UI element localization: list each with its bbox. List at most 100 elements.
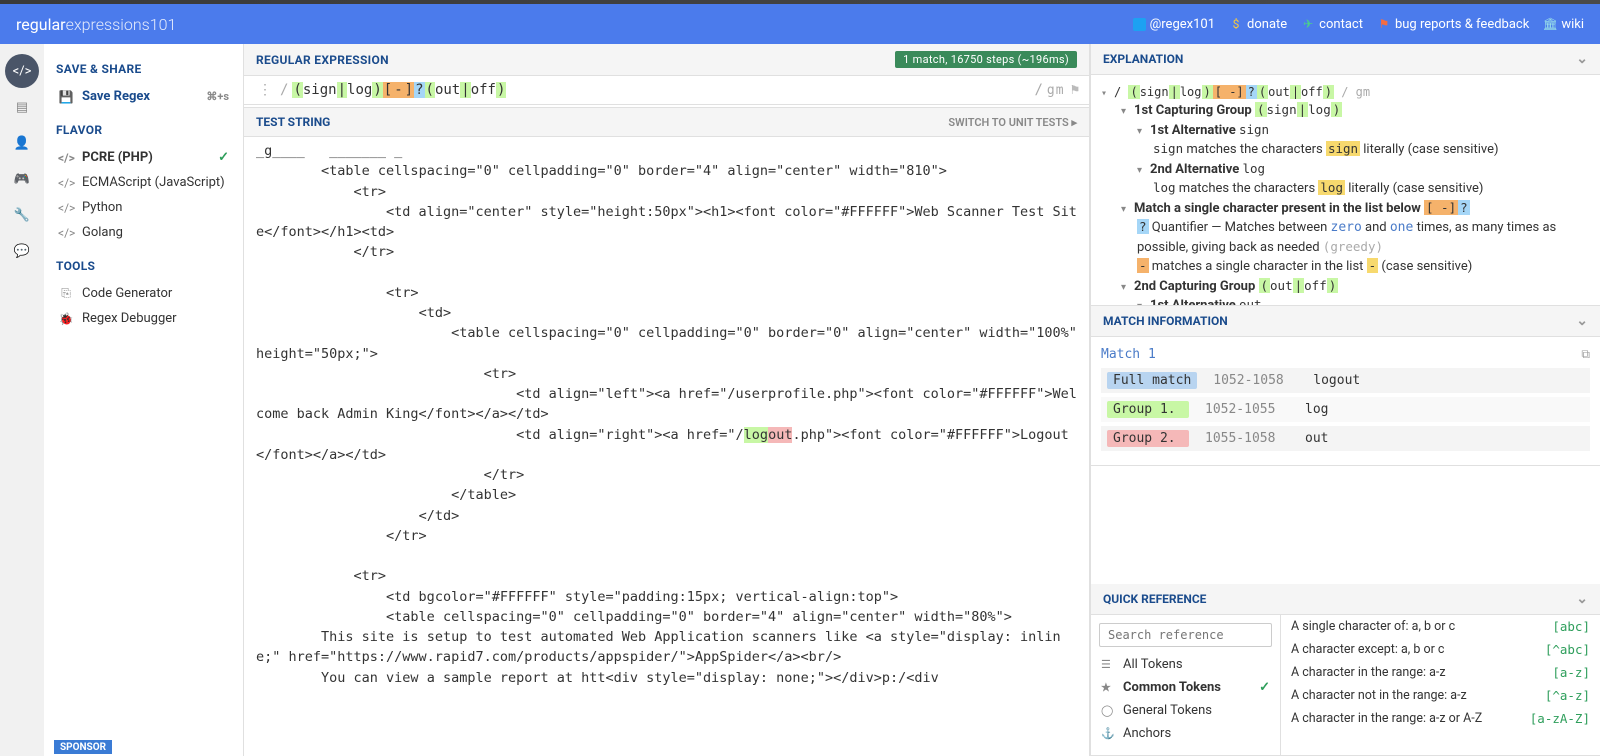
chevron-down-icon[interactable]: ⌄ bbox=[1576, 591, 1588, 607]
twitter-label: @regex101 bbox=[1150, 17, 1215, 32]
test-hl-out: out bbox=[768, 427, 792, 443]
t: Quantifier — Matches between bbox=[1149, 220, 1331, 235]
qr-pat: [a-z] bbox=[1552, 665, 1590, 680]
rail-regex-icon[interactable]: </> bbox=[5, 54, 39, 88]
send-icon: ✈ bbox=[1301, 17, 1315, 31]
qr-row[interactable]: A character except: a, b or c[^abc] bbox=[1281, 638, 1600, 661]
flag-icon[interactable]: ⚑ bbox=[1071, 82, 1079, 98]
chevron-down-icon[interactable]: ⌄ bbox=[1576, 51, 1588, 67]
flavor-pcre[interactable]: </> PCRE (PHP) ✓ bbox=[54, 145, 243, 170]
rail-settings-icon[interactable]: 🔧 bbox=[5, 198, 39, 232]
explanation-header: EXPLANATION ⌄ bbox=[1091, 44, 1600, 75]
t: sign bbox=[1140, 85, 1169, 99]
qr-desc: A character in the range: a-z or A-Z bbox=[1291, 711, 1482, 726]
qr-general-tokens[interactable]: ◯General Tokens bbox=[1099, 699, 1272, 722]
alt2-pat: log bbox=[1243, 161, 1266, 176]
match-title-text: Match 1 bbox=[1101, 347, 1156, 362]
anchor-icon: ⚓ bbox=[1101, 727, 1115, 740]
t: ( bbox=[1128, 85, 1139, 99]
bugs-label: bug reports & feedback bbox=[1395, 17, 1529, 32]
qr-common-tokens[interactable]: ★Common Tokens bbox=[1099, 676, 1272, 699]
g1-range: 1052-1055 bbox=[1205, 402, 1285, 417]
tok-paren-close: ) bbox=[372, 82, 382, 98]
g2-text: out bbox=[1305, 431, 1328, 446]
flavor-js[interactable]: </> ECMAScript (JavaScript) bbox=[54, 170, 243, 195]
flavor-pcre-label: PCRE (PHP) bbox=[82, 150, 153, 165]
rail-account-icon[interactable]: 👤 bbox=[5, 126, 39, 160]
t: out bbox=[1268, 85, 1290, 99]
match-info-header: MATCH INFORMATION ⌄ bbox=[1091, 306, 1600, 337]
save-regex-button[interactable]: 💾 Save Regex ⌘+s bbox=[54, 84, 243, 109]
exp-cap2-alt1: ▾1st Alternative out bbox=[1101, 296, 1590, 305]
flavor-python[interactable]: </> Python bbox=[54, 195, 243, 220]
qr-row[interactable]: A character not in the range: a-z [^a-z] bbox=[1281, 684, 1600, 707]
qr-all-tokens[interactable]: ☰All Tokens bbox=[1099, 653, 1272, 676]
t: out bbox=[1239, 297, 1262, 305]
quick-reference-panel: QUICK REFERENCE ⌄ ☰All Tokens ★Common To… bbox=[1091, 584, 1600, 756]
qr-desc: A character not in the range: a-z bbox=[1291, 688, 1467, 703]
cap2-label: 2nd Capturing Group bbox=[1134, 279, 1255, 294]
exp-root: ▾/ (sign|log)[ -]?(out|off) / gm bbox=[1101, 83, 1590, 101]
full-label: Full match bbox=[1107, 372, 1197, 389]
bug-icon: ⚑ bbox=[1377, 17, 1391, 31]
regex-flags[interactable]: gm bbox=[1047, 83, 1065, 98]
rail-game-icon[interactable]: 🎮 bbox=[5, 162, 39, 196]
t: - bbox=[1137, 258, 1149, 273]
sponsor-chip[interactable]: SPONSOR bbox=[54, 740, 112, 754]
chevron-down-icon[interactable]: ⌄ bbox=[1576, 313, 1588, 329]
full-range: 1052-1058 bbox=[1213, 373, 1293, 388]
code-icon: </> bbox=[58, 151, 74, 165]
tok-paren-close2: ) bbox=[496, 82, 506, 98]
test-string-area[interactable]: _g____ _______ _ <table cellspacing="0" … bbox=[244, 137, 1089, 756]
t: [ -] bbox=[1213, 85, 1246, 99]
exp-slash: / bbox=[1114, 85, 1128, 99]
qr-anchors[interactable]: ⚓Anchors bbox=[1099, 722, 1272, 745]
t: and bbox=[1362, 220, 1390, 235]
wiki-link[interactable]: 🏛wiki bbox=[1543, 17, 1584, 32]
bugs-link[interactable]: ⚑ bug reports & feedback bbox=[1377, 17, 1529, 32]
bug-icon: 🐞 bbox=[58, 312, 74, 326]
regex-input[interactable]: ⋮ / (sign|log)[ -]?(out|off) / gm ⚑ bbox=[244, 76, 1089, 105]
external-link-icon[interactable]: ⧉ bbox=[1581, 347, 1590, 362]
delim-close: / bbox=[1030, 82, 1046, 98]
qr-row[interactable]: A character in the range: a-z or A-Z[a-z… bbox=[1281, 707, 1600, 730]
t: log bbox=[1180, 85, 1202, 99]
t: matches the characters bbox=[1176, 181, 1319, 196]
star-icon: ★ bbox=[1101, 681, 1115, 694]
g2-label: Group 2. bbox=[1107, 430, 1189, 447]
qr-row[interactable]: A character in the range: a-z [a-z] bbox=[1281, 661, 1600, 684]
qr-row[interactable]: A single character of: a, b or c[abc] bbox=[1281, 615, 1600, 638]
t: literally (case sensitive) bbox=[1345, 181, 1483, 196]
rail-chat-icon[interactable]: 💬 bbox=[5, 234, 39, 268]
exp-alt2: ▾2nd Alternative log bbox=[1101, 160, 1590, 180]
twitter-link[interactable]: @regex101 bbox=[1133, 17, 1215, 32]
delim-handle-icon[interactable]: ⋮ bbox=[254, 82, 276, 98]
t: matches a single character in the list bbox=[1149, 259, 1367, 274]
code-generator[interactable]: ⎘ Code Generator bbox=[54, 281, 243, 306]
alt2-label: 2nd Alternative bbox=[1150, 162, 1239, 177]
logo-101: 101 bbox=[150, 15, 177, 34]
t: ) bbox=[1323, 85, 1334, 99]
main-area: REGULAR EXPRESSION 1 match, 16750 steps … bbox=[244, 44, 1090, 756]
qr-general-label: General Tokens bbox=[1123, 703, 1212, 718]
site-logo[interactable]: regularexpressions101 bbox=[16, 15, 176, 34]
quickref-categories: ☰All Tokens ★Common Tokens ◯General Toke… bbox=[1091, 615, 1281, 755]
regex-header-label: REGULAR EXPRESSION bbox=[256, 53, 389, 67]
t: zero bbox=[1331, 220, 1362, 235]
regex-debugger[interactable]: 🐞 Regex Debugger bbox=[54, 306, 243, 331]
rail-library-icon[interactable]: ▤ bbox=[5, 90, 39, 124]
qr-desc: A character in the range: a-z bbox=[1291, 665, 1446, 680]
test-hl-log: log bbox=[744, 427, 768, 443]
dollar-icon: $ bbox=[1229, 17, 1243, 31]
donate-link[interactable]: $donate bbox=[1229, 17, 1287, 32]
qr-pat: [^a-z] bbox=[1545, 688, 1590, 703]
t: ) bbox=[1202, 85, 1213, 99]
test-header: TEST STRING SWITCH TO UNIT TESTS ▸ bbox=[244, 107, 1089, 137]
switch-unit-tests[interactable]: SWITCH TO UNIT TESTS ▸ bbox=[948, 116, 1077, 129]
search-reference-input[interactable] bbox=[1099, 623, 1272, 647]
contact-link[interactable]: ✈contact bbox=[1301, 17, 1363, 32]
tok-pipe: | bbox=[337, 82, 347, 98]
g2-range: 1055-1058 bbox=[1205, 431, 1285, 446]
exp-cap1: ▾1st Capturing Group (sign|log) bbox=[1101, 101, 1590, 121]
flavor-golang[interactable]: </> Golang bbox=[54, 220, 243, 245]
